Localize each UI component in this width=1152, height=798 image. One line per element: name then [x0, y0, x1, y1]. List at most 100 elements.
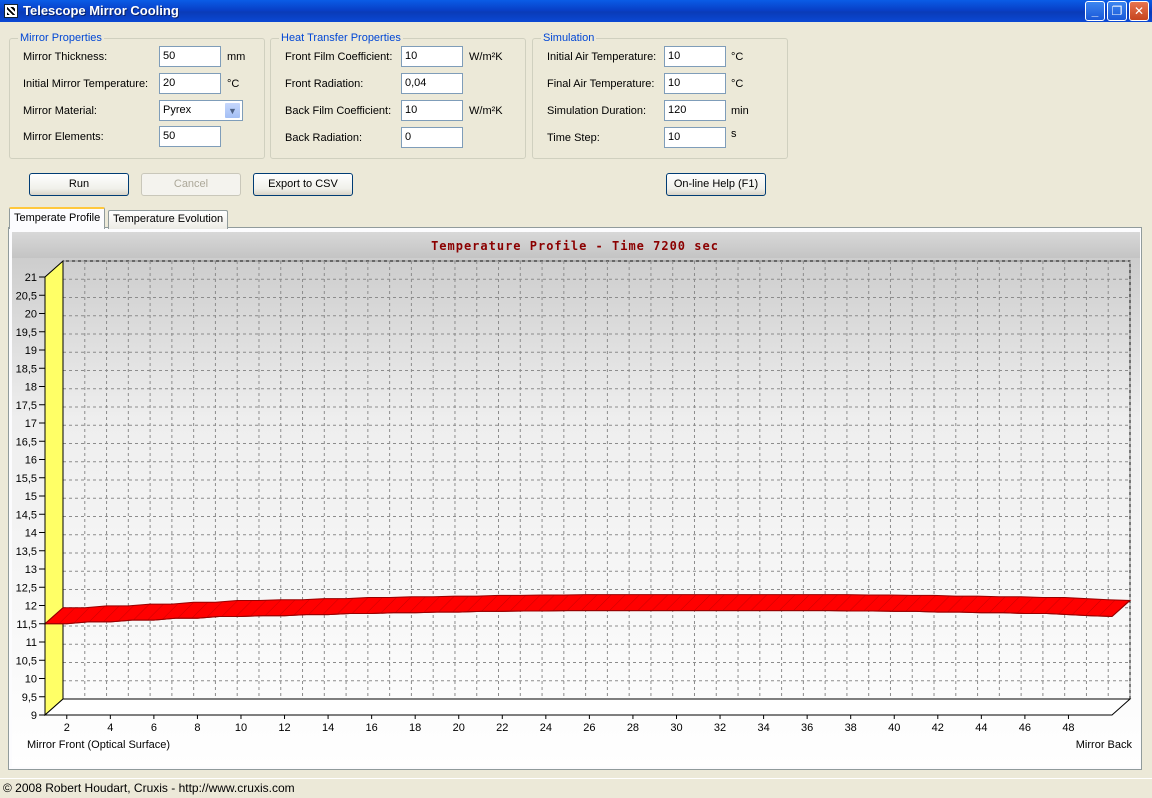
minimize-icon: _ [1091, 4, 1099, 18]
front-film-unit: W/m²K [469, 51, 503, 63]
initial-mirror-temp-input[interactable]: 20 [159, 73, 221, 94]
x-tick-label: 32 [714, 722, 726, 734]
restore-icon: ❐ [1111, 4, 1123, 18]
y-tick-label: 10,5 [16, 655, 37, 667]
x-tick-label: 4 [107, 722, 113, 734]
x-tick-label: 46 [1019, 722, 1031, 734]
x-tick-label: 26 [583, 722, 595, 734]
chevron-down-icon[interactable]: ▼ [224, 102, 241, 119]
y-tick-label: 14,5 [16, 509, 37, 521]
mirror-material-label: Mirror Material: [23, 105, 97, 117]
x-tick-label: 14 [322, 722, 334, 734]
mirror-thickness-unit: mm [227, 51, 246, 63]
back-film-label: Back Film Coefficient: [285, 105, 392, 117]
y-tick-label: 19,5 [16, 327, 37, 339]
back-film-unit: W/m²K [469, 105, 503, 117]
y-tick-label: 20 [25, 309, 37, 321]
mirror-properties-legend: Mirror Properties [18, 32, 104, 44]
front-radiation-input[interactable]: 0,04 [401, 73, 463, 94]
tab-temperate-profile[interactable]: Temperate Profile [9, 207, 106, 229]
x-label-right: Mirror Back [1076, 739, 1133, 751]
status-bar: © 2008 Robert Houdart, Cruxis - http://w… [0, 778, 1152, 798]
x-tick-label: 48 [1062, 722, 1074, 734]
run-button[interactable]: Run [29, 173, 129, 196]
window-title: Telescope Mirror Cooling [23, 3, 179, 18]
x-tick-label: 38 [845, 722, 857, 734]
y-tick-label: 18 [25, 382, 37, 394]
mirror-material-value: Pyrex [163, 104, 192, 116]
y-tick-label: 12 [25, 601, 37, 613]
close-button[interactable]: ✕ [1129, 1, 1149, 21]
final-air-temp-input[interactable]: 10 [664, 73, 726, 94]
close-icon: ✕ [1133, 4, 1145, 18]
front-radiation-label: Front Radiation: [285, 78, 364, 90]
y-tick-label: 11,5 [16, 619, 37, 631]
simulation-duration-unit: min [731, 105, 749, 117]
x-tick-label: 20 [453, 722, 465, 734]
mirror-elements-input[interactable]: 50 [159, 126, 221, 147]
x-tick-label: 28 [627, 722, 639, 734]
y-tick-label: 13,5 [16, 546, 37, 558]
front-film-input[interactable]: 10 [401, 46, 463, 67]
mirror-thickness-input[interactable]: 50 [159, 46, 221, 67]
app-icon [4, 4, 18, 18]
chart-left-wall [44, 259, 64, 717]
y-tick-label: 16,5 [16, 436, 37, 448]
simulation-duration-label: Simulation Duration: [547, 105, 647, 117]
x-tick-label: 18 [409, 722, 421, 734]
online-help-button[interactable]: On-line Help (F1) [666, 173, 766, 196]
export-csv-button[interactable]: Export to CSV [253, 173, 353, 196]
x-tick-label: 24 [540, 722, 552, 734]
final-air-temp-unit: °C [731, 78, 744, 90]
x-tick-label: 2 [64, 722, 70, 734]
simulation-legend: Simulation [541, 32, 597, 44]
back-radiation-input[interactable]: 0 [401, 127, 463, 148]
title-bar: Telescope Mirror Cooling _ ❐ ✕ [0, 0, 1152, 22]
time-step-label: Time Step: [547, 132, 600, 144]
y-tick-label: 16 [25, 455, 37, 467]
y-tick-label: 10 [25, 674, 37, 686]
mirror-material-select[interactable]: Pyrex ▼ [159, 100, 243, 121]
time-step-unit: s [731, 128, 737, 140]
final-air-temp-label: Final Air Temperature: [547, 78, 655, 90]
x-tick-label: 12 [278, 722, 290, 734]
y-tick-label: 15 [25, 491, 37, 503]
y-tick-label: 13 [25, 564, 37, 576]
initial-mirror-temp-label: Initial Mirror Temperature: [23, 78, 149, 90]
x-tick-label: 42 [932, 722, 944, 734]
x-tick-label: 36 [801, 722, 813, 734]
initial-air-temp-input[interactable]: 10 [664, 46, 726, 67]
initial-air-temp-label: Initial Air Temperature: [547, 51, 657, 63]
mirror-elements-label: Mirror Elements: [23, 131, 104, 143]
y-tick-label: 12,5 [16, 582, 37, 594]
x-tick-label: 34 [757, 722, 769, 734]
chart-floor [43, 698, 1132, 716]
x-tick-label: 22 [496, 722, 508, 734]
x-tick-label: 6 [151, 722, 157, 734]
chart-title: Temperature Profile - Time 7200 sec [431, 239, 719, 253]
minimize-button[interactable]: _ [1085, 1, 1105, 21]
chart-background [12, 232, 1140, 767]
y-tick-label: 18,5 [16, 363, 37, 375]
back-radiation-label: Back Radiation: [285, 132, 363, 144]
chart-svg: Temperature Profile - Time 7200 sec 21 20… [12, 232, 1140, 767]
y-tick-label: 19 [25, 345, 37, 357]
y-tick-label: 17,5 [16, 400, 37, 412]
simulation-duration-input[interactable]: 120 [664, 100, 726, 121]
y-tick-label: 14 [25, 528, 37, 540]
y-tick-label: 9 [31, 710, 37, 722]
back-film-input[interactable]: 10 [401, 100, 463, 121]
time-step-input[interactable]: 10 [664, 127, 726, 148]
mirror-thickness-label: Mirror Thickness: [23, 51, 108, 63]
restore-button[interactable]: ❐ [1107, 1, 1127, 21]
front-film-label: Front Film Coefficient: [285, 51, 393, 63]
y-tick-label: 11 [26, 637, 37, 649]
tab-temperature-evolution[interactable]: Temperature Evolution [108, 210, 229, 229]
temperature-profile-chart: Temperature Profile - Time 7200 sec 21 20… [12, 232, 1140, 767]
x-tick-label: 30 [670, 722, 682, 734]
y-tick-label: 20,5 [16, 290, 37, 302]
initial-mirror-temp-unit: °C [227, 78, 240, 90]
y-tick-label: 9,5 [22, 692, 37, 704]
cancel-button[interactable]: Cancel [141, 173, 241, 196]
x-tick-label: 40 [888, 722, 900, 734]
